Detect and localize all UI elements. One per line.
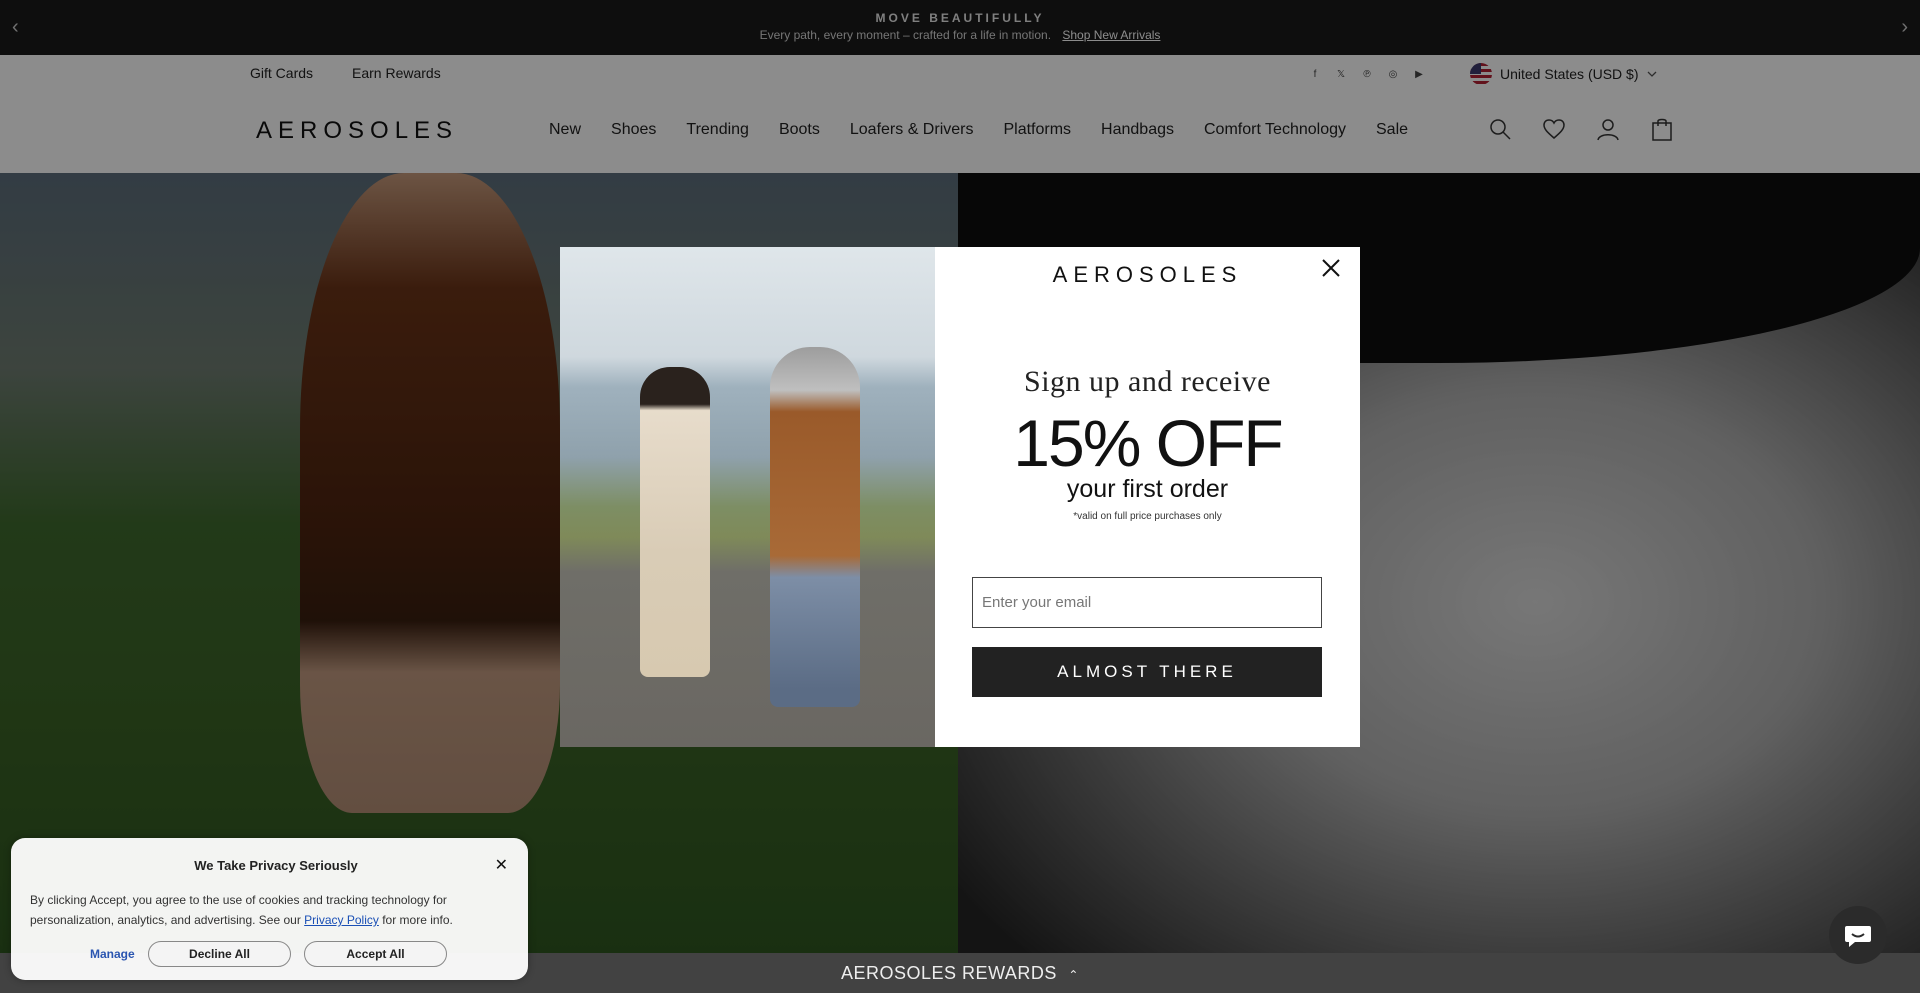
chat-icon bbox=[1845, 926, 1871, 947]
close-icon[interactable] bbox=[1318, 255, 1344, 281]
email-field[interactable] bbox=[972, 577, 1322, 628]
manage-button[interactable]: Manage bbox=[90, 947, 135, 961]
chat-button[interactable] bbox=[1829, 906, 1887, 964]
rewards-label: AEROSOLES REWARDS bbox=[841, 963, 1057, 983]
modal-subheading: your first order bbox=[1066, 475, 1229, 503]
modal-note: *valid on full price purchases only bbox=[1073, 511, 1222, 522]
cookie-title: We Take Privacy Seriously bbox=[194, 858, 358, 873]
cookie-body-end: for more info. bbox=[378, 913, 453, 927]
decline-all-button[interactable]: Decline All bbox=[148, 941, 291, 967]
accept-all-button[interactable]: Accept All bbox=[304, 941, 447, 967]
modal-image bbox=[560, 247, 935, 747]
modal-heading: Sign up and receive bbox=[1024, 365, 1271, 398]
modal-content: AEROSOLES Sign up and receive 15% OFF yo… bbox=[935, 247, 1360, 747]
signup-modal: AEROSOLES Sign up and receive 15% OFF yo… bbox=[560, 247, 1360, 747]
chevron-up-icon: ⌃ bbox=[1068, 968, 1079, 982]
close-icon[interactable]: ✕ bbox=[495, 855, 508, 875]
cookie-body: By clicking Accept, you agree to the use… bbox=[30, 890, 500, 930]
cookie-banner: We Take Privacy Seriously ✕ By clicking … bbox=[11, 838, 528, 980]
almost-there-button[interactable]: ALMOST THERE bbox=[972, 647, 1322, 697]
modal-offer: 15% OFF bbox=[1013, 406, 1283, 480]
modal-logo: AEROSOLES bbox=[1052, 262, 1243, 287]
privacy-policy-link[interactable]: Privacy Policy bbox=[304, 913, 379, 927]
